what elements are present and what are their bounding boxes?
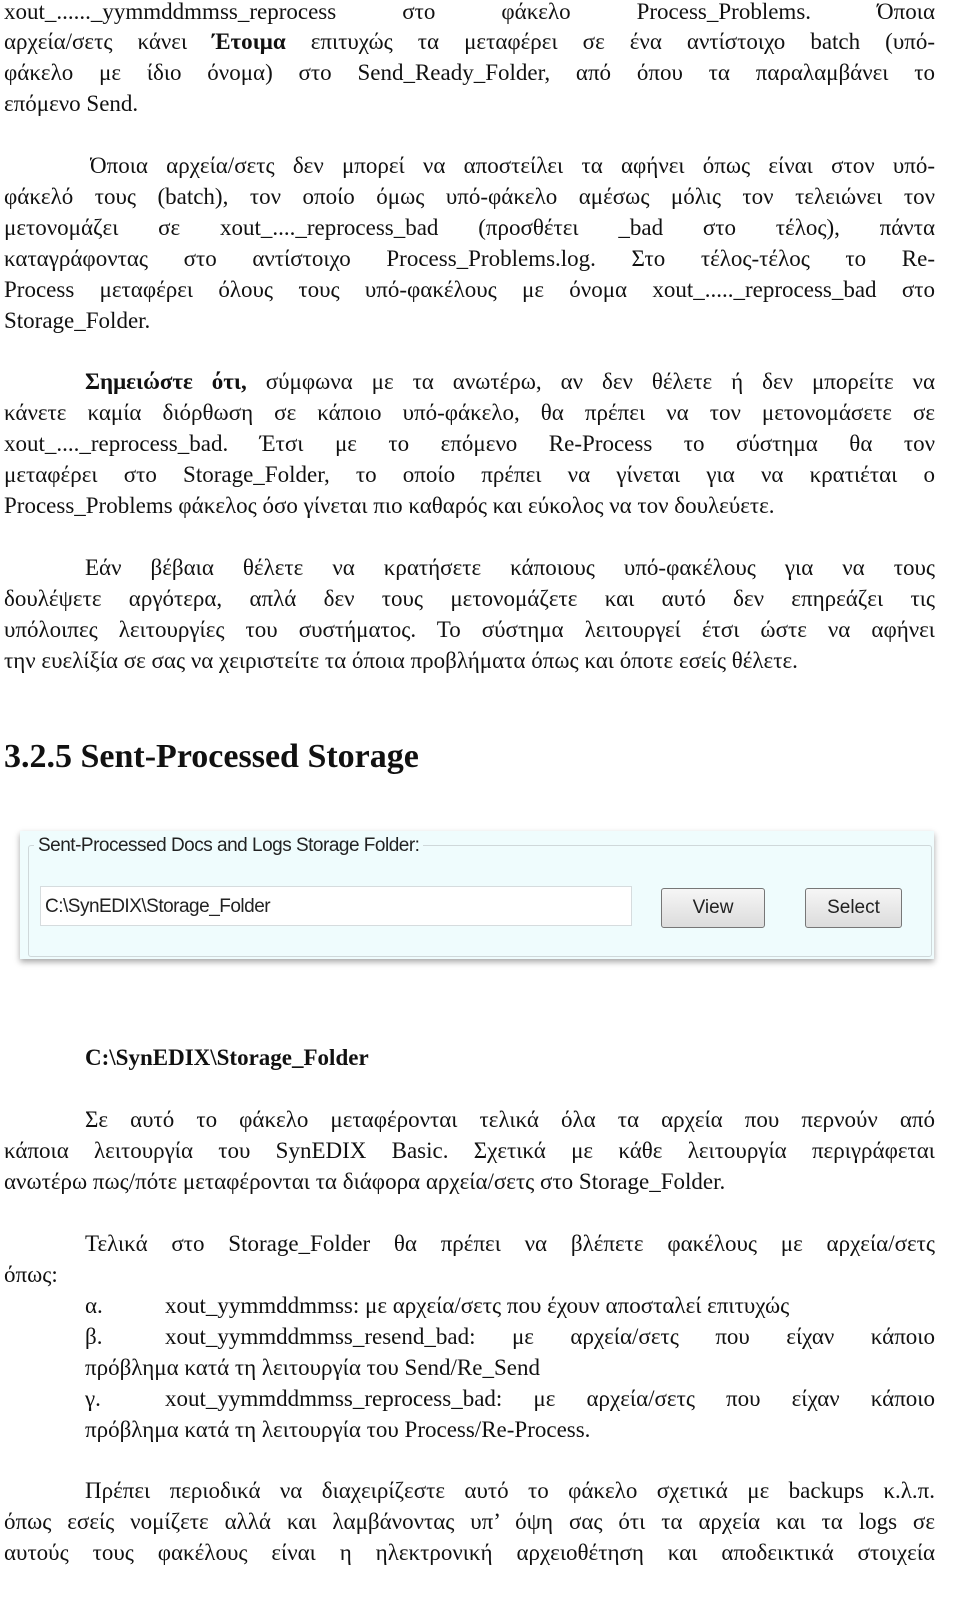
text-line: κάνετε καμία διόρθωση σε κάποιο υπό-φάκε… [4,400,935,425]
text-line: όπως: [4,1262,58,1287]
storage-folder-input[interactable]: C:\SynEDIX\Storage_Folder [40,886,632,926]
text-line: φάκελο με ίδιο όνομα) στο Send_Ready_Fol… [4,60,935,85]
text-line: Process_Problems φάκελος όσο γίνεται πιο… [4,493,775,518]
text-line: μετονομάζει σε xout_...._reprocess_bad (… [4,215,935,240]
list-item-continuation: πρόβλημα κατά τη λειτουργία του Send/Re_… [85,1355,540,1380]
text-line: όπως εσείς νομίζετε αλλά και λαμβάνοντας… [4,1509,935,1534]
list-item: xout_yymmddmmss_reprocess_bad: με αρχεία… [165,1386,935,1411]
list-item: xout_yymmddmmss_resend_bad: με αρχεία/σε… [165,1324,935,1349]
storage-folder-panel: Sent-Processed Docs and Logs Storage Fol… [20,831,934,959]
list-item: xout_yymmddmmss: με αρχεία/σετς που έχου… [165,1293,790,1318]
list-marker: α. [85,1293,103,1318]
text: σύμφωνα με τα ανωτέρω, αν δεν θέλετε ή δ… [246,369,935,394]
text: αρχεία/σετς κάνει [4,29,213,54]
bold-text: Έτοιμα [212,29,286,54]
section-heading: 3.2.5 Sent-Processed Storage [4,738,419,775]
text-line: επόμενο Send. [4,91,139,116]
bold-text: Σημειώστε ότι, [85,369,247,394]
list-marker: β. [85,1324,103,1349]
text-line: φάκελό τους (batch), τον οποίο όμως υπό-… [4,184,935,209]
text-line: Storage_Folder. [4,308,151,333]
text-line: Όποια αρχεία/σετς δεν μπορεί να αποστείλ… [90,153,935,178]
folder-heading: C:\SynEDIX\Storage_Folder [85,1045,369,1070]
text-line: Πρέπει περιοδικά να διαχειρίζεστε αυτό τ… [85,1478,935,1503]
text-line: Process μεταφέρει όλους τους υπό-φακέλου… [4,277,935,302]
text-line: αυτούς τους φακέλους είναι η ηλεκτρονική… [4,1540,935,1565]
panel-legend: Sent-Processed Docs and Logs Storage Fol… [34,835,424,857]
text-line: xout_...._reprocess_bad. Έτσι με το επόμ… [4,431,935,456]
text-line: καταγράφοντας στο αντίστοιχο Process_Pro… [4,246,935,271]
text-line: Εάν βέβαια θέλετε να κρατήσετε κάποιους … [85,555,935,580]
list-marker: γ. [85,1386,101,1411]
text-line: Τελικά στο Storage_Folder θα πρέπει να β… [85,1231,935,1256]
text-line: κάποια λειτουργία του SynEDIX Basic. Σχε… [4,1138,935,1163]
text-line: αρχεία/σετς κάνει Έτοιμα επιτυχώς τα μετ… [4,26,935,57]
text-line: Σε αυτό το φάκελο μεταφέρονται τελικά όλ… [85,1107,935,1132]
text-line: xout_......_yymmddmmss_reprocess στο φάκ… [4,0,935,24]
view-button[interactable]: View [661,888,765,928]
text-line: δουλέψετε αργότερα, απλά δεν τους μετονο… [4,586,935,611]
text-line: Σημειώστε ότι, σύμφωνα με τα ανωτέρω, αν… [85,366,935,397]
text-line: υπόλοιπες λειτουργίες του συστήματος. Το… [4,617,935,642]
select-button[interactable]: Select [805,888,902,928]
text: επιτυχώς τα μεταφέρει σε ένα αντίστοιχο … [285,29,935,54]
text-line: την ευελίξία σε σας να χειριστείτε τα όπ… [4,648,798,673]
list-item-continuation: πρόβλημα κατά τη λειτουργία του Process/… [85,1417,591,1442]
text-line: μεταφέρει στο Storage_Folder, το οποίο π… [4,462,935,487]
text-line: ανωτέρω πως/πότε μεταφέρονται τα διάφορα… [4,1169,726,1194]
